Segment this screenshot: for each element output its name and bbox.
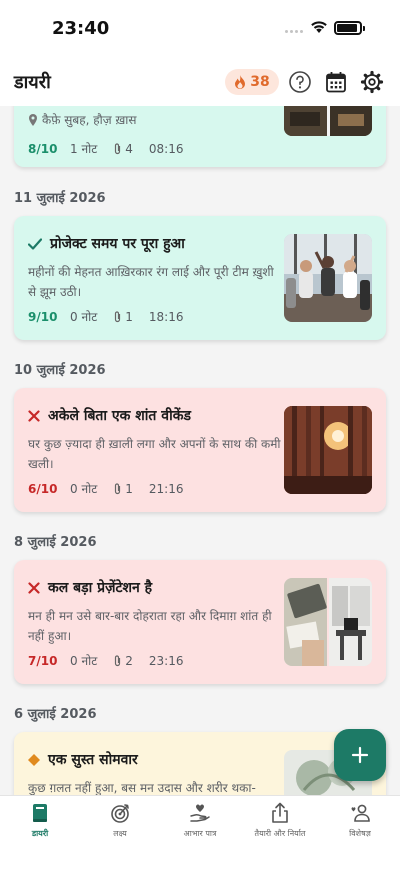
status-time: 23:40	[52, 18, 110, 39]
status-bar: 23:40	[0, 0, 400, 58]
nav-item-experts[interactable]: विशेषज्ञ	[320, 796, 400, 869]
entry-title-row: एक सुस्त सोमवार	[28, 750, 138, 769]
office-work-photo	[284, 578, 372, 666]
diary-entry-card[interactable]: कल बड़ा प्रेज़ेंटेशन है मन ही मन उसे बार…	[14, 560, 386, 684]
notes-count: 1 नोट	[70, 142, 98, 156]
mood-score: 8/10	[28, 141, 58, 156]
entry-title-row: कल बड़ा प्रेज़ेंटेशन है	[28, 578, 152, 597]
diary-feed[interactable]: कैफ़े सुबह, हौज़ ख़ास 8/10 1 नोट 4 08:16	[0, 106, 400, 795]
entry-meta: 8/10 1 नोट 4 08:16	[28, 140, 200, 157]
entry-excerpt: घर कुछ ज़्यादा ही ख़ाली लगा और अपनों के …	[28, 437, 281, 471]
date-header: 11 जुलाई 2026	[14, 191, 106, 206]
attachments-count: 1	[125, 309, 133, 324]
nav-item-diary[interactable]: डायरी	[0, 796, 80, 869]
entry-meta: 7/10 0 नोट 2 23:16	[28, 652, 200, 669]
attachments: 2	[113, 654, 133, 668]
book-icon	[33, 804, 47, 822]
diary-entry-card[interactable]: कैफ़े सुबह, हौज़ ख़ास 8/10 1 नोट 4 08:16	[14, 106, 386, 167]
entry-location: कैफ़े सुबह, हौज़ ख़ास	[28, 111, 136, 128]
attachments-count: 1	[125, 481, 133, 496]
location-text: कैफ़े सुबह, हौज़ ख़ास	[42, 113, 137, 127]
nav-item-prepare-export[interactable]: तैयारी और निर्यात	[240, 796, 320, 869]
cross-icon	[28, 409, 40, 422]
paperclip-icon	[115, 142, 121, 154]
entry-excerpt: मन ही मन उसे बार-बार दोहराता रहा और दिमा…	[28, 609, 272, 643]
entry-excerpt: कुछ ग़लत नहीं हुआ, बस मन उदास और शरीर थक…	[28, 781, 256, 795]
attachments-count: 4	[125, 141, 133, 156]
battery-icon	[334, 21, 365, 35]
attachments: 1	[113, 482, 133, 496]
expert-icon	[351, 804, 370, 822]
page-title: डायरी	[14, 72, 51, 93]
entry-time: 23:16	[148, 653, 184, 668]
cross-icon	[28, 581, 40, 594]
entry-title: कल बड़ा प्रेज़ेंटेशन है	[48, 580, 153, 596]
entry-title: एक सुस्त सोमवार	[48, 752, 138, 768]
attachments: 1	[113, 310, 133, 324]
add-entry-button[interactable]	[334, 729, 386, 781]
diary-entry-card[interactable]: अकेले बिता एक शांत वीकेंड घर कुछ ज़्यादा…	[14, 388, 386, 512]
target-icon	[111, 804, 129, 823]
entry-photo	[284, 234, 372, 322]
nav-item-gratitude[interactable]: आभार पात्र	[160, 796, 240, 869]
calendar-icon[interactable]	[324, 70, 348, 94]
entry-time: 21:16	[148, 481, 184, 496]
attachments: 4	[113, 142, 133, 156]
paperclip-icon	[115, 310, 121, 322]
entry-photo	[284, 578, 372, 666]
entry-title-row: प्रोजेक्ट समय पर पूरा हुआ	[28, 234, 185, 253]
streak-count: 38	[250, 74, 270, 90]
checkmark-icon	[28, 237, 42, 250]
app-header: डायरी 38	[0, 58, 400, 106]
share-icon	[272, 802, 288, 823]
nav-label: विशेषज्ञ	[349, 829, 371, 838]
curtain-sunset-photo	[284, 406, 372, 494]
date-header: 8 जुलाई 2026	[14, 535, 97, 550]
entry-title-row: अकेले बिता एक शांत वीकेंड	[28, 406, 191, 425]
entry-excerpt: महीनों की मेहनत आख़िरकार रंग लाई और पूरी…	[28, 265, 274, 299]
help-icon[interactable]	[288, 70, 312, 94]
notes-count: 0 नोट	[70, 310, 98, 324]
entry-meta: 9/10 0 नोट 1 18:16	[28, 308, 200, 325]
wifi-icon	[311, 21, 327, 33]
entry-meta: 6/10 0 नोट 1 21:16	[28, 480, 200, 497]
entry-photo	[284, 406, 372, 494]
nav-label: डायरी	[31, 829, 49, 838]
streak-badge[interactable]: 38	[225, 69, 279, 95]
nav-item-goals[interactable]: लक्ष्य	[80, 796, 160, 869]
entry-title: अकेले बिता एक शांत वीकेंड	[48, 408, 191, 424]
mood-score: 6/10	[28, 481, 58, 496]
entry-photo	[284, 106, 372, 136]
plus-icon	[351, 746, 369, 764]
entry-time: 18:16	[148, 309, 184, 324]
paperclip-icon	[115, 654, 121, 666]
heart-hand-icon	[190, 804, 210, 822]
mood-score: 9/10	[28, 309, 58, 324]
nav-label: आभार पात्र	[183, 829, 217, 838]
paperclip-icon	[115, 482, 121, 494]
notes-count: 0 नोट	[70, 654, 98, 668]
flame-icon	[235, 75, 246, 89]
nav-label: लक्ष्य	[113, 829, 127, 838]
date-header: 10 जुलाई 2026	[14, 363, 106, 378]
team-celebration-photo	[284, 234, 372, 322]
entry-title: प्रोजेक्ट समय पर पूरा हुआ	[50, 236, 185, 252]
attachments-count: 2	[125, 653, 133, 668]
diary-entry-card[interactable]: एक सुस्त सोमवार कुछ ग़लत नहीं हुआ, बस मन…	[14, 732, 386, 795]
signal-dots-icon	[285, 30, 305, 34]
date-header: 6 जुलाई 2026	[14, 707, 97, 722]
notes-count: 0 नोट	[70, 482, 98, 496]
cafe-photo	[284, 106, 372, 136]
mood-score: 7/10	[28, 653, 58, 668]
diary-entry-card[interactable]: प्रोजेक्ट समय पर पूरा हुआ महीनों की मेहन…	[14, 216, 386, 340]
bottom-navigation: डायरी लक्ष्य आभार पात्र तैयारी और निर्या…	[0, 795, 400, 869]
diamond-icon	[28, 753, 40, 766]
location-pin-icon	[29, 113, 37, 126]
settings-gear-icon[interactable]	[360, 70, 384, 94]
entry-time: 08:16	[148, 141, 184, 156]
nav-label: तैयारी और निर्यात	[254, 829, 306, 838]
